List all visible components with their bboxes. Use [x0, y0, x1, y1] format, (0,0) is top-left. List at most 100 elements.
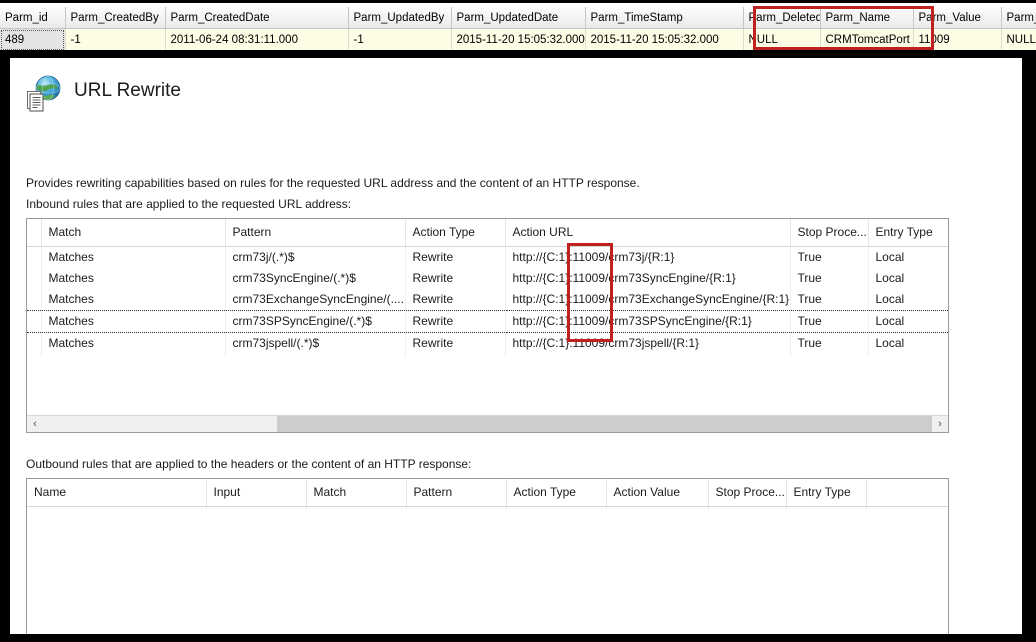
inbound-cell-action-url[interactable]: http://{C:1}:11009/crm73ExchangeSyncEngi… — [505, 289, 790, 311]
table-row[interactable]: Matches crm73j/(.*)$ Rewrite http://{C:1… — [27, 247, 948, 269]
inbound-horizontal-scrollbar[interactable]: ‹ › — [27, 415, 948, 432]
scroll-left-icon[interactable]: ‹ — [27, 416, 43, 432]
inbound-cell-pattern[interactable]: crm73ExchangeSyncEngine/(.... — [225, 289, 405, 311]
sql-cell-parm-createddate[interactable]: 2011-06-24 08:31:11.000 — [165, 29, 348, 51]
inbound-cell-stop-proc[interactable]: True — [790, 289, 868, 311]
inbound-cell-pattern[interactable]: crm73j/(.*)$ — [225, 247, 405, 269]
inbound-rules-table: Match Pattern Action Type Action URL Sto… — [27, 219, 949, 357]
sql-cell-parm-createdby[interactable]: -1 — [65, 29, 165, 51]
iis-manager-frame: URL Rewrite Provides rewriting capabilit… — [0, 50, 1036, 642]
inbound-cell-action-url[interactable]: http://{C:1}:11009/crm73SPSyncEngine/{R:… — [505, 311, 790, 333]
inbound-cell-pattern[interactable]: crm73jspell/(.*)$ — [225, 333, 405, 355]
outbound-col-header-name[interactable]: Name — [27, 479, 206, 507]
panel-description: Provides rewriting capabilities based on… — [26, 176, 640, 190]
inbound-row-gutter — [27, 247, 41, 269]
inbound-cell-action-type[interactable]: Rewrite — [405, 268, 505, 289]
inbound-cell-action-type[interactable]: Rewrite — [405, 289, 505, 311]
sql-cell-parm-updateddate[interactable]: 2015-11-20 15:05:32.000 — [451, 29, 585, 51]
inbound-row-gutter — [27, 333, 41, 355]
sql-col-header-parm-component[interactable]: Parm_Component — [1001, 7, 1036, 29]
sql-result-table: Parm_id Parm_CreatedBy Parm_CreatedDate … — [0, 7, 1036, 51]
inbound-cell-entry-type[interactable]: Local — [868, 289, 948, 311]
inbound-cell-action-type[interactable]: Rewrite — [405, 333, 505, 355]
inbound-cell-stop-proc[interactable]: True — [790, 333, 868, 355]
inbound-col-header-action-url[interactable]: Action URL — [505, 219, 790, 247]
inbound-col-header-stop-processing[interactable]: Stop Proce... — [790, 219, 868, 247]
sql-cell-parm-value[interactable]: 11009 — [913, 29, 1001, 51]
inbound-cell-match[interactable]: Matches — [41, 289, 225, 311]
url-rewrite-panel: URL Rewrite Provides rewriting capabilit… — [10, 58, 1022, 634]
sql-cell-parm-component[interactable]: NULL — [1001, 29, 1036, 51]
page-title: URL Rewrite — [74, 80, 181, 102]
inbound-rules-list[interactable]: Match Pattern Action Type Action URL Sto… — [26, 218, 949, 433]
table-row[interactable]: Matches crm73jspell/(.*)$ Rewrite http:/… — [27, 333, 948, 355]
sql-col-header-parm-deleted[interactable]: Parm_Deleted — [743, 7, 820, 29]
outbound-rules-table: Name Input Match Pattern Action Type Act… — [27, 479, 949, 510]
sql-col-header-parm-value[interactable]: Parm_Value — [913, 7, 1001, 29]
inbound-cell-action-url[interactable]: http://{C:1}:11009/crm73SyncEngine/{R:1} — [505, 268, 790, 289]
sql-col-header-parm-updateddate[interactable]: Parm_UpdatedDate — [451, 7, 585, 29]
sql-cell-parm-timestamp[interactable]: 2015-11-20 15:05:32.000 — [585, 29, 743, 51]
inbound-cell-action-url[interactable]: http://{C:1}:11009/crm73j/{R:1} — [505, 247, 790, 269]
inbound-cell-match[interactable]: Matches — [41, 247, 225, 269]
inbound-col-header-pattern[interactable]: Pattern — [225, 219, 405, 247]
scrollbar-thumb[interactable] — [277, 416, 932, 432]
outbound-col-header-action-value[interactable]: Action Value — [606, 479, 708, 507]
outbound-col-header-entry-type[interactable]: Entry Type — [786, 479, 866, 507]
sql-cell-parm-updatedby[interactable]: -1 — [348, 29, 451, 51]
inbound-col-header-match[interactable]: Match — [41, 219, 225, 247]
scroll-right-icon[interactable]: › — [932, 416, 948, 432]
inbound-cell-action-type[interactable]: Rewrite — [405, 247, 505, 269]
url-rewrite-globe-icon — [24, 74, 64, 114]
inbound-cell-stop-proc[interactable]: True — [790, 247, 868, 269]
sql-header-row: Parm_id Parm_CreatedBy Parm_CreatedDate … — [0, 7, 1036, 29]
inbound-cell-pattern[interactable]: crm73SPSyncEngine/(.*)$ — [225, 311, 405, 333]
sql-col-header-parm-id[interactable]: Parm_id — [0, 7, 65, 29]
sql-col-header-parm-createddate[interactable]: Parm_CreatedDate — [165, 7, 348, 29]
inbound-cell-pattern[interactable]: crm73SyncEngine/(.*)$ — [225, 268, 405, 289]
inbound-row-gutter — [27, 268, 41, 289]
inbound-cell-stop-proc[interactable]: True — [790, 268, 868, 289]
inbound-row-gutter-header — [27, 219, 41, 247]
sql-result-grid[interactable]: Parm_id Parm_CreatedBy Parm_CreatedDate … — [0, 0, 1036, 50]
outbound-col-header-input[interactable]: Input — [206, 479, 306, 507]
sql-cell-parm-id[interactable]: 489 — [0, 29, 65, 51]
sql-col-header-parm-updatedby[interactable]: Parm_UpdatedBy — [348, 7, 451, 29]
inbound-cell-stop-proc[interactable]: True — [790, 311, 868, 333]
outbound-col-header-pattern[interactable]: Pattern — [406, 479, 506, 507]
sql-col-header-parm-timestamp[interactable]: Parm_TimeStamp — [585, 7, 743, 29]
inbound-rules-label: Inbound rules that are applied to the re… — [26, 197, 351, 211]
outbound-col-header-match[interactable]: Match — [306, 479, 406, 507]
panel-header: URL Rewrite — [24, 72, 624, 118]
inbound-header-row: Match Pattern Action Type Action URL Sto… — [27, 219, 948, 247]
inbound-cell-entry-type[interactable]: Local — [868, 311, 948, 333]
inbound-cell-entry-type[interactable]: Local — [868, 333, 948, 355]
sql-cell-parm-deleted[interactable]: NULL — [743, 29, 820, 51]
outbound-empty-area[interactable] — [27, 507, 948, 511]
outbound-col-header-stop-processing[interactable]: Stop Proce... — [708, 479, 786, 507]
sql-data-row[interactable]: 489 -1 2011-06-24 08:31:11.000 -1 2015-1… — [0, 29, 1036, 51]
table-row[interactable]: Matches crm73SPSyncEngine/(.*)$ Rewrite … — [27, 311, 948, 333]
inbound-cell-match[interactable]: Matches — [41, 333, 225, 355]
table-row[interactable]: Matches crm73ExchangeSyncEngine/(.... Re… — [27, 289, 948, 311]
inbound-cell-action-type[interactable]: Rewrite — [405, 311, 505, 333]
inbound-row-gutter — [27, 289, 41, 311]
inbound-col-header-entry-type[interactable]: Entry Type — [868, 219, 948, 247]
inbound-cell-match[interactable]: Matches — [41, 268, 225, 289]
inbound-cell-action-url[interactable]: http://{C:1}:11009/crm73jspell/{R:1} — [505, 333, 790, 355]
inbound-row-gutter — [27, 311, 41, 333]
sql-cell-parm-name[interactable]: CRMTomcatPort — [820, 29, 913, 51]
table-row[interactable]: Matches crm73SyncEngine/(.*)$ Rewrite ht… — [27, 268, 948, 289]
inbound-cell-entry-type[interactable]: Local — [868, 247, 948, 269]
outbound-col-header-filler — [866, 479, 948, 507]
inbound-cell-match[interactable]: Matches — [41, 311, 225, 333]
sql-col-header-parm-name[interactable]: Parm_Name — [820, 7, 913, 29]
inbound-cell-entry-type[interactable]: Local — [868, 268, 948, 289]
outbound-rules-list[interactable]: Name Input Match Pattern Action Type Act… — [26, 478, 949, 634]
inbound-col-header-action-type[interactable]: Action Type — [405, 219, 505, 247]
inbound-empty-area[interactable] — [27, 354, 948, 357]
outbound-rules-label: Outbound rules that are applied to the h… — [26, 457, 471, 471]
outbound-header-row: Name Input Match Pattern Action Type Act… — [27, 479, 948, 507]
sql-col-header-parm-createdby[interactable]: Parm_CreatedBy — [65, 7, 165, 29]
outbound-col-header-action-type[interactable]: Action Type — [506, 479, 606, 507]
